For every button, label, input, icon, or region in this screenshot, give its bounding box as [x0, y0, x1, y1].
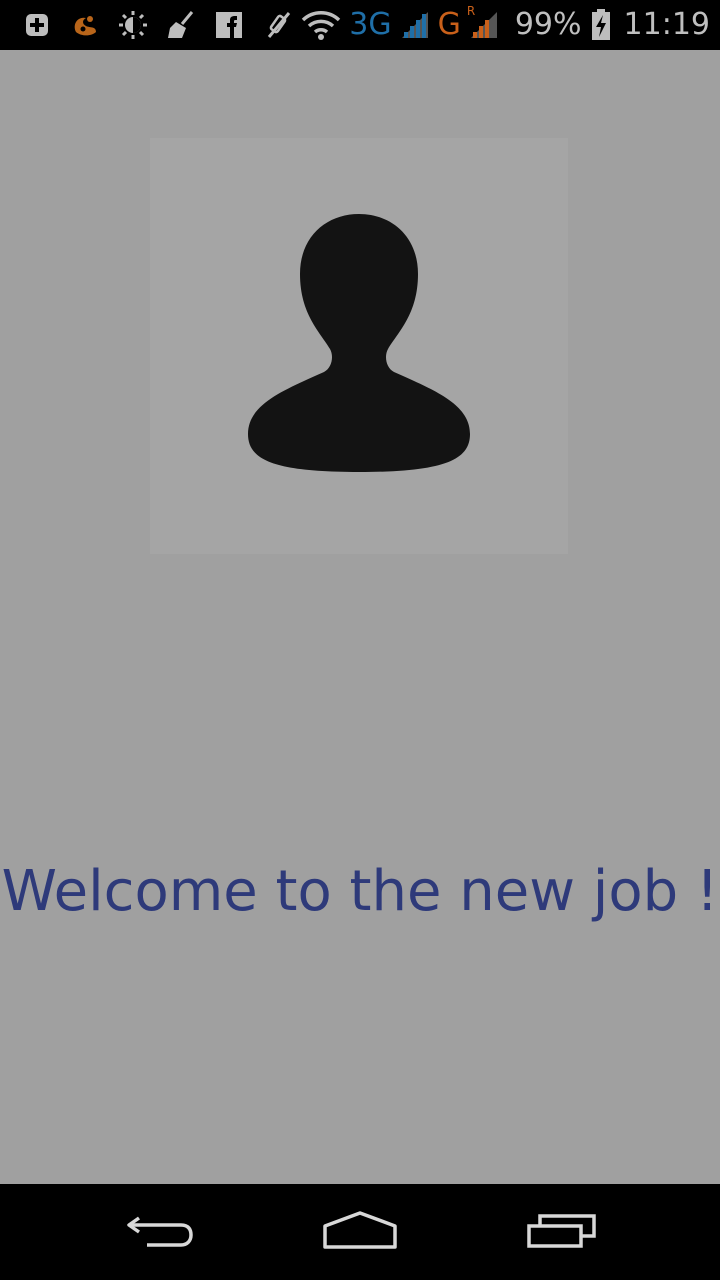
battery-percent: 99% — [514, 7, 582, 42]
network-g-label: G — [437, 7, 461, 42]
uc-browser-icon — [70, 10, 100, 40]
brightness-icon — [118, 10, 148, 40]
welcome-message: Welcome to the new job ! — [1, 859, 719, 924]
back-icon — [125, 1210, 195, 1255]
recents-icon — [526, 1210, 598, 1255]
screen: 3G G R 99% 11:19 Welcome to the new job … — [0, 0, 720, 1280]
status-bar-system: 3G G R 99% 11:19 — [263, 4, 710, 42]
home-icon — [322, 1210, 398, 1255]
wifi-icon — [301, 10, 341, 40]
facebook-icon — [214, 10, 244, 40]
person-silhouette-icon — [248, 213, 470, 479]
navigation-bar — [0, 1184, 720, 1280]
battery-charging-icon — [590, 9, 612, 40]
add-notification-icon — [22, 10, 52, 40]
status-bar-notifications — [22, 10, 244, 40]
roaming-indicator: R — [466, 4, 476, 18]
roaming-signal-icon: R — [467, 4, 499, 40]
clock: 11:19 — [623, 7, 710, 42]
mute-icon — [263, 10, 293, 40]
status-bar: 3G G R 99% 11:19 — [0, 0, 720, 50]
cleaner-broom-icon — [166, 10, 196, 40]
home-button[interactable] — [310, 1196, 410, 1268]
back-button[interactable] — [110, 1196, 210, 1268]
signal-strength-icon — [400, 10, 430, 40]
profile-picture[interactable] — [150, 138, 568, 554]
recents-button[interactable] — [512, 1196, 612, 1268]
network-3g-label: 3G — [349, 7, 392, 42]
